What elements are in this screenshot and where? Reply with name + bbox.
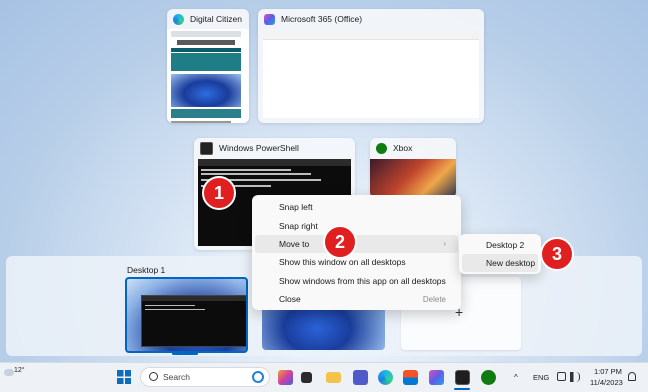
microsoft-365-icon (264, 13, 275, 25)
callout-2: 2 (323, 225, 357, 259)
close-shortcut-label: Delete (422, 294, 446, 304)
microsoft-365-taskbar-icon[interactable] (429, 370, 444, 385)
chevron-up-icon[interactable]: ^ (514, 373, 518, 382)
network-icon[interactable] (557, 372, 566, 381)
search-box[interactable]: Search (140, 367, 270, 387)
file-explorer-icon[interactable] (326, 372, 341, 383)
taskbar: 12° Search ^ ENG 1:07 PM 11/4/2023 (0, 362, 648, 392)
window-thumbnail (263, 31, 479, 118)
terminal-taskbar-icon[interactable] (455, 370, 470, 385)
xbox-icon (376, 142, 387, 154)
edge-icon (173, 13, 184, 25)
menu-item-show-window-all-desktops[interactable]: Show this window on all desktops (255, 253, 458, 271)
desktop-1-label: Desktop 1 (127, 265, 166, 275)
terminal-icon (200, 141, 213, 155)
start-button[interactable] (117, 370, 131, 384)
notification-bell-icon[interactable] (628, 372, 636, 381)
language-indicator[interactable]: ENG (533, 373, 549, 382)
clock-date[interactable]: 11/4/2023 (590, 378, 623, 387)
weather-widget[interactable]: 12° (4, 366, 26, 390)
clock-time[interactable]: 1:07 PM (594, 367, 622, 376)
window-title: Windows PowerShell (219, 143, 299, 153)
desktop-1-active-indicator (172, 352, 198, 355)
search-placeholder: Search (163, 372, 190, 382)
window-thumbnail (370, 159, 456, 198)
weather-cloud-icon (4, 369, 14, 376)
bing-chat-icon (252, 371, 264, 383)
powershell-mini-window (141, 295, 246, 347)
search-icon (149, 372, 158, 381)
task-view-icon[interactable] (301, 372, 312, 383)
window-card-header: Digital Citizen (167, 9, 249, 29)
microsoft-store-icon[interactable] (403, 370, 418, 385)
window-title: Xbox (393, 143, 413, 153)
window-title: Microsoft 365 (Office) (281, 14, 363, 24)
move-to-submenu: Desktop 2 New desktop (459, 234, 541, 274)
menu-item-snap-right[interactable]: Snap right (255, 216, 458, 234)
chevron-right-icon: › (443, 239, 446, 249)
windows-logo-icon (117, 370, 131, 384)
xbox-taskbar-icon[interactable] (481, 370, 496, 385)
window-context-menu: Snap left Snap right Move to › Show this… (252, 195, 461, 310)
menu-item-show-app-all-desktops[interactable]: Show windows from this app on all deskto… (255, 272, 458, 290)
teams-icon[interactable] (353, 370, 368, 385)
callout-3: 3 (540, 237, 574, 271)
window-card-header: Windows PowerShell (194, 138, 355, 158)
window-card-microsoft-365[interactable]: Microsoft 365 (Office) (258, 9, 484, 123)
desktop-1-thumbnail[interactable] (125, 277, 248, 353)
callout-1: 1 (202, 176, 236, 210)
menu-item-close[interactable]: Close Delete (255, 290, 458, 308)
submenu-item-new-desktop[interactable]: New desktop (462, 254, 538, 272)
submenu-item-desktop-2[interactable]: Desktop 2 (462, 236, 538, 254)
edge-taskbar-icon[interactable] (378, 370, 393, 385)
window-title: Digital Citizen (190, 14, 242, 24)
window-card-header: Xbox (370, 138, 456, 158)
menu-item-snap-left[interactable]: Snap left (255, 198, 458, 216)
window-card-xbox[interactable]: Xbox (370, 138, 456, 198)
window-card-digital-citizen[interactable]: Digital Citizen (167, 9, 249, 123)
window-card-header: Microsoft 365 (Office) (258, 9, 484, 29)
weather-temperature: 12° (14, 367, 25, 374)
window-thumbnail (167, 29, 249, 123)
copilot-icon[interactable] (278, 370, 293, 385)
volume-icon[interactable] (570, 372, 580, 382)
active-app-indicator (454, 388, 470, 390)
